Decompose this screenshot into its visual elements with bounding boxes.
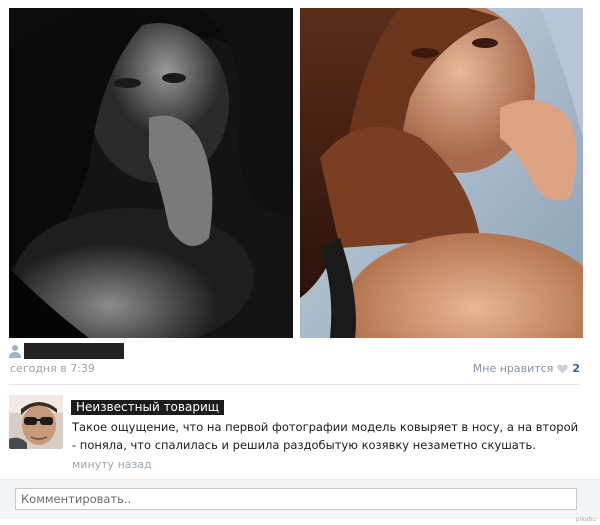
like-button[interactable]: Мне нравится 2 [473,362,580,375]
post-author-name[interactable] [24,343,124,359]
divider [9,384,580,385]
comment-avatar[interactable] [9,395,63,449]
photo-bw-image [9,8,293,338]
comment-form [0,479,600,519]
watermark: pikabu [575,516,596,523]
avatar-image [9,395,63,449]
like-count: 2 [572,362,580,375]
comment-time[interactable]: минуту назад [72,458,152,471]
photo-color[interactable] [300,8,583,338]
like-label: Мне нравится [472,362,554,375]
post-time[interactable]: сегодня в 7:39 [10,362,95,375]
comment: Неизвестный товарищ Такое ощущение, что … [9,395,580,475]
heart-icon [557,364,569,373]
comment-text: Такое ощущение, что на первой фотографии… [72,420,579,452]
comment-input[interactable] [15,488,577,510]
comment-author[interactable]: Неизвестный товарищ [71,400,225,415]
photo-color-image [300,8,583,338]
person-icon [9,345,21,358]
post-author[interactable] [9,343,124,359]
photo-black-and-white[interactable] [9,8,293,338]
